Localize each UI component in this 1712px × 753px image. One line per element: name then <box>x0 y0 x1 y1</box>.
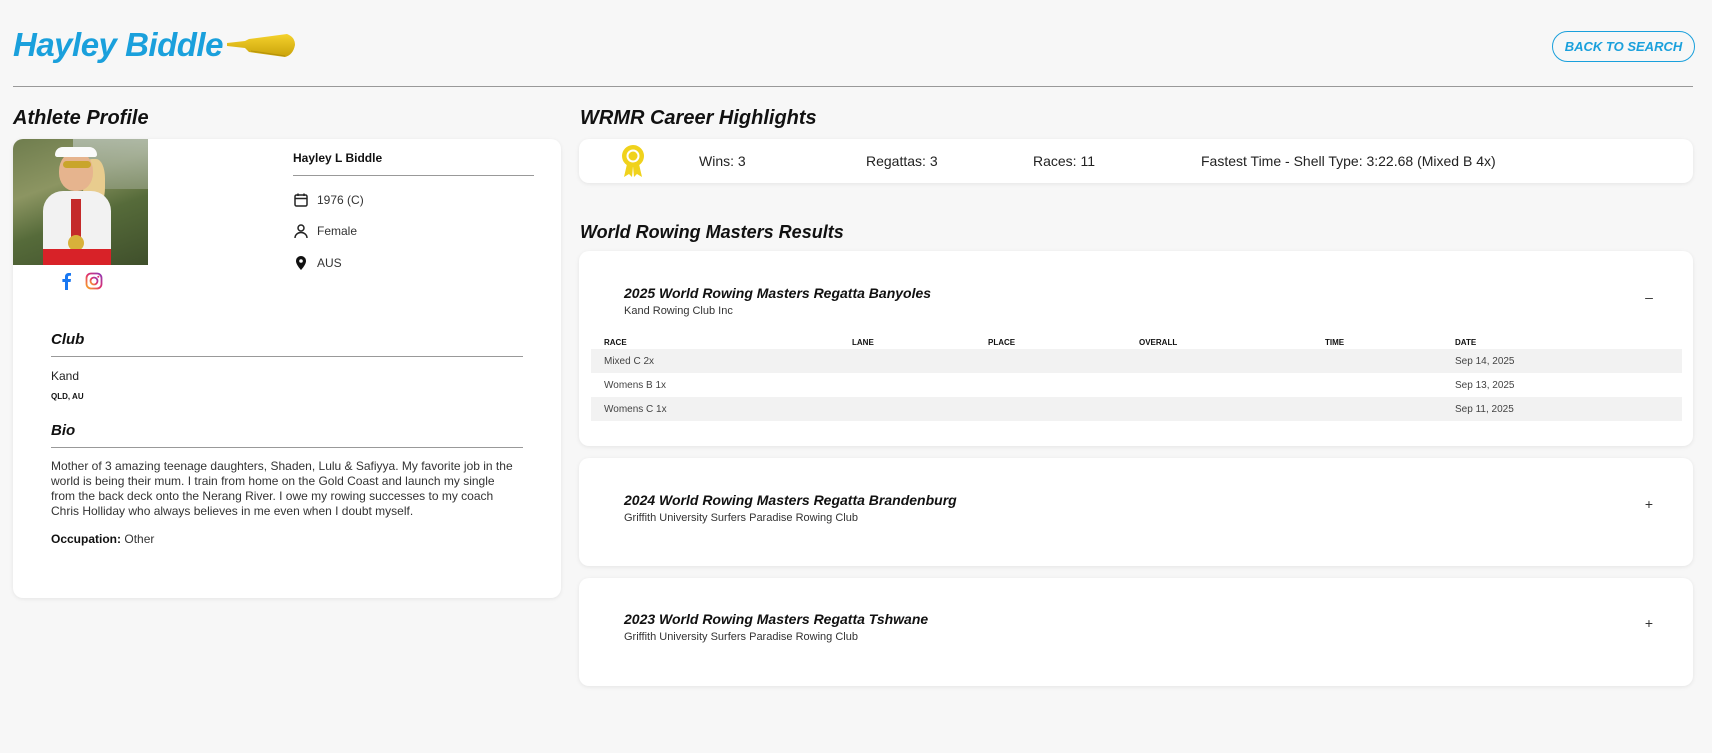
facebook-icon[interactable] <box>57 272 75 290</box>
regatta-title[interactable]: 2025 World Rowing Masters Regatta Banyol… <box>624 285 931 301</box>
lane-cell <box>839 397 975 421</box>
regattas-stat: Regattas: 3 <box>866 153 938 169</box>
expand-toggle-icon[interactable]: + <box>1641 496 1657 512</box>
name-divider <box>293 175 534 176</box>
races-stat: Races: 11 <box>1033 153 1095 169</box>
collapse-toggle-icon[interactable]: – <box>1641 289 1657 305</box>
club-name: Kand <box>51 369 80 383</box>
date-cell: Sep 14, 2025 <box>1442 349 1682 373</box>
wins-stat: Wins: 3 <box>699 153 746 169</box>
place-cell <box>975 397 1126 421</box>
athlete-name-title: Hayley Biddle <box>13 26 223 63</box>
bio-divider <box>51 447 523 448</box>
lane-cell <box>839 373 975 397</box>
table-header-row: RACE LANE PLACE OVERALL TIME DATE <box>591 337 1682 349</box>
occupation-row: Occupation: Other <box>51 532 154 546</box>
bio-text: Mother of 3 amazing teenage daughters, S… <box>51 459 513 518</box>
date-cell: Sep 13, 2025 <box>1455 379 1515 391</box>
gender-row: Female <box>293 223 357 239</box>
table-row: Womens C 1x Sep 11, 2025 <box>591 397 1682 421</box>
place-cell <box>975 349 1126 373</box>
time-cell <box>1312 349 1442 373</box>
athlete-full-name: Hayley L Biddle <box>293 151 383 165</box>
col-lane: LANE <box>852 337 874 347</box>
back-to-search-button[interactable]: BACK TO SEARCH <box>1552 31 1695 62</box>
col-place: PLACE <box>988 337 1016 347</box>
athlete-photo <box>13 139 148 265</box>
occupation-value: Other <box>124 532 155 546</box>
date-cell: Sep 11, 2025 <box>1442 397 1682 421</box>
results-table: RACE LANE PLACE OVERALL TIME DATE Mixed … <box>591 337 1682 421</box>
race-cell: Mixed C 2x <box>591 349 839 373</box>
table-row: Womens B 1x Sep 13, 2025 <box>591 373 1682 397</box>
overall-cell <box>1126 349 1312 373</box>
race-cell: Womens C 1x <box>591 397 839 421</box>
award-badge-icon <box>622 145 644 177</box>
instagram-icon[interactable] <box>85 272 103 290</box>
club-divider <box>51 356 523 357</box>
person-icon <box>294 224 308 239</box>
regatta-card-2023: 2023 World Rowing Masters Regatta Tshwan… <box>579 578 1693 686</box>
career-highlights-heading: WRMR Career Highlights <box>580 107 817 129</box>
expand-toggle-icon[interactable]: + <box>1641 615 1657 631</box>
regatta-title[interactable]: 2023 World Rowing Masters Regatta Tshwan… <box>624 611 928 627</box>
regatta-card-2025: 2025 World Rowing Masters Regatta Banyol… <box>579 251 1693 446</box>
club-location: QLD, AU <box>51 392 84 401</box>
fastest-time-stat: Fastest Time - Shell Type: 3:22.68 (Mixe… <box>1201 153 1496 169</box>
bio-heading: Bio <box>51 422 76 439</box>
overall-cell <box>1126 397 1312 421</box>
regatta-card-2024: 2024 World Rowing Masters Regatta Brande… <box>579 458 1693 566</box>
results-heading: World Rowing Masters Results <box>580 222 844 242</box>
country-value: AUS <box>317 256 342 270</box>
social-links <box>57 272 103 290</box>
country-row: AUS <box>293 255 342 271</box>
athlete-profile-card: Hayley L Biddle 1976 (C) Female AUS Club… <box>13 139 561 598</box>
lane-cell <box>839 349 975 373</box>
gender-value: Female <box>317 224 358 238</box>
oar-blade-icon <box>227 34 295 57</box>
table-row: Mixed C 2x Sep 14, 2025 <box>591 349 1682 373</box>
col-time: TIME <box>1325 337 1345 347</box>
col-race: RACE <box>604 337 627 347</box>
regatta-club: Griffith University Surfers Paradise Row… <box>624 631 858 643</box>
col-overall: OVERALL <box>1139 337 1178 347</box>
club-heading: Club <box>51 331 85 348</box>
time-cell <box>1312 373 1442 397</box>
career-highlights-card: Wins: 3 Regattas: 3 Races: 11 Fastest Ti… <box>579 139 1693 183</box>
occupation-label: Occupation: <box>51 532 122 546</box>
birth-year-value: 1976 (C) <box>317 193 364 207</box>
page-header: Hayley Biddle BACK TO SEARCH <box>13 24 1695 64</box>
col-date: DATE <box>1455 337 1477 347</box>
regatta-title[interactable]: 2024 World Rowing Masters Regatta Brande… <box>624 492 957 508</box>
birth-year-row: 1976 (C) <box>293 192 364 208</box>
overall-cell <box>1126 373 1312 397</box>
regatta-club: Griffith University Surfers Paradise Row… <box>624 512 858 524</box>
location-pin-icon <box>296 256 306 270</box>
athlete-profile-heading: Athlete Profile <box>13 107 149 129</box>
race-cell: Womens B 1x <box>604 379 667 391</box>
calendar-icon <box>294 193 308 207</box>
time-cell <box>1312 397 1442 421</box>
place-cell <box>975 373 1126 397</box>
header-divider <box>13 86 1693 87</box>
regatta-club: Kand Rowing Club Inc <box>624 305 733 317</box>
